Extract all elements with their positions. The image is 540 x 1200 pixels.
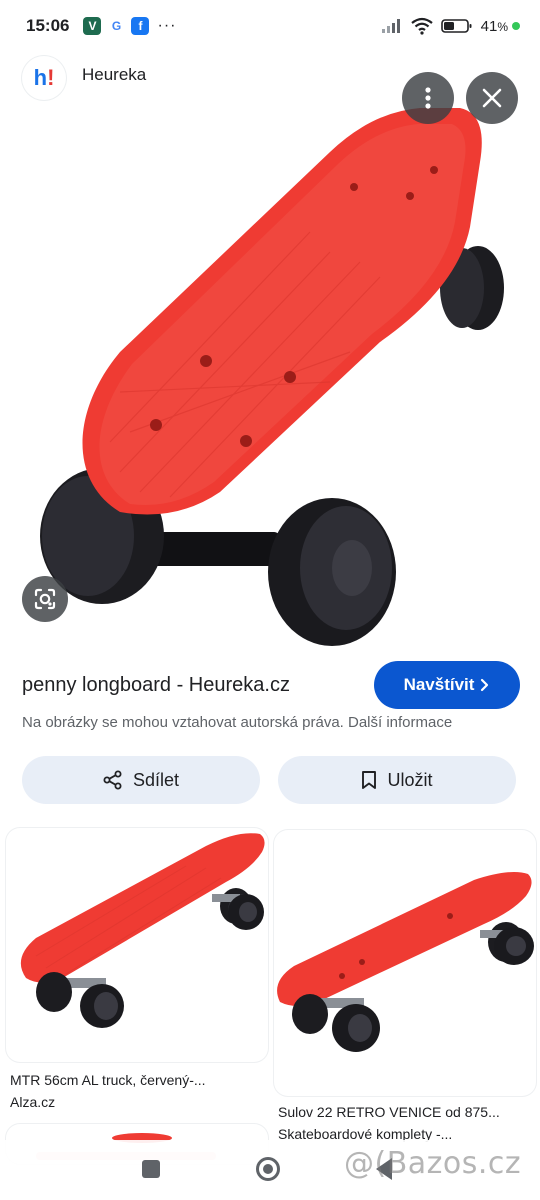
lens-search-button[interactable] bbox=[22, 576, 68, 622]
active-dot bbox=[512, 22, 520, 30]
heureka-favicon: h! bbox=[22, 56, 66, 100]
battery-percent: 41% bbox=[480, 17, 508, 35]
page-title[interactable]: penny longboard - Heureka.cz bbox=[22, 674, 374, 697]
source-row[interactable]: h! Heureka bbox=[22, 56, 146, 100]
result-title-row: penny longboard - Heureka.cz Navštívit bbox=[22, 660, 520, 710]
related-image-1[interactable] bbox=[6, 828, 268, 1062]
vpn-app-icon: V bbox=[83, 17, 102, 35]
share-icon bbox=[103, 770, 122, 790]
recents-button[interactable] bbox=[142, 1160, 160, 1178]
main-image[interactable]: h! Heureka bbox=[0, 52, 540, 648]
facebook-app-icon: f bbox=[131, 17, 150, 35]
visit-button[interactable]: Navštívit bbox=[374, 661, 520, 709]
related-title-1[interactable]: MTR 56cm AL truck, červený-... bbox=[10, 1072, 266, 1088]
source-name[interactable]: Heureka bbox=[82, 65, 146, 85]
status-time: 15:06 bbox=[26, 16, 70, 35]
save-label: Uložit bbox=[387, 769, 433, 790]
related-image-2[interactable] bbox=[274, 830, 536, 1096]
more-notifications-icon: ··· bbox=[157, 17, 177, 34]
chevron-right-icon bbox=[481, 678, 489, 692]
related-source-1[interactable]: Alza.cz bbox=[10, 1094, 266, 1110]
bookmark-icon bbox=[362, 771, 377, 789]
google-app-icon: G bbox=[107, 17, 126, 35]
signal-icon bbox=[381, 19, 400, 33]
lens-icon bbox=[34, 588, 56, 610]
share-label: Sdílet bbox=[132, 769, 180, 790]
share-button[interactable]: Sdílet bbox=[22, 756, 260, 804]
bazos-watermark: @(Bazos.cz bbox=[344, 1146, 522, 1181]
close-button[interactable] bbox=[466, 72, 518, 124]
wifi-icon bbox=[410, 17, 433, 35]
related-title-2[interactable]: Sulov 22 RETRO VENICE od 875... bbox=[278, 1104, 536, 1120]
copyright-notice[interactable]: Na obrázky se mohou vztahovat autorská p… bbox=[22, 714, 452, 731]
related-board-image-2 bbox=[277, 872, 534, 1052]
close-icon bbox=[482, 88, 502, 108]
more-vert-icon bbox=[425, 87, 431, 109]
status-bar: 15:06 V G f ··· 41% bbox=[0, 0, 540, 52]
visit-label: Navštívit bbox=[403, 675, 475, 694]
related-board-image-1 bbox=[20, 833, 265, 1028]
penny-board-image bbox=[40, 108, 504, 646]
save-button[interactable]: Uložit bbox=[278, 756, 516, 804]
more-options-button[interactable] bbox=[402, 72, 454, 124]
battery-icon bbox=[440, 19, 472, 33]
home-button[interactable] bbox=[256, 1157, 280, 1181]
